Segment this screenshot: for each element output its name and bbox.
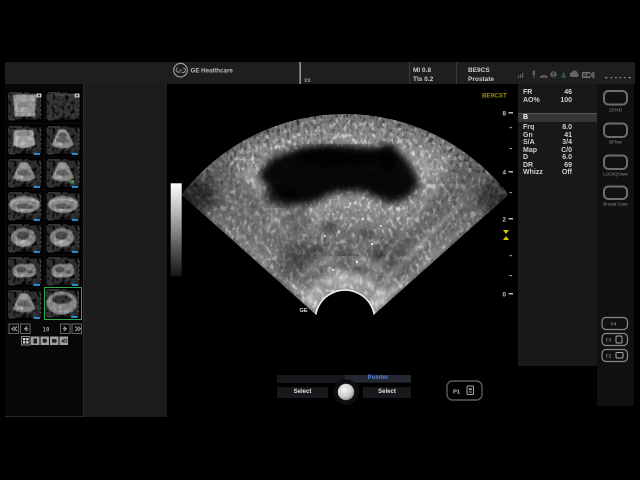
svg-text:P1: P1 [453,390,461,396]
svg-text:Prostate: Prostate [468,76,494,83]
svg-text:F3: F3 [606,338,612,343]
svg-text:TIs 0.2: TIs 0.2 [413,76,434,83]
svg-text:8: 8 [502,111,506,118]
svg-text:2: 2 [502,217,506,224]
svg-text:F4: F4 [611,322,617,327]
svg-text:BE9CS: BE9CS [468,67,490,74]
svg-text:BFlow: BFlow [609,140,622,145]
svg-text:Breast Care: Breast Care [603,202,628,207]
svg-text:F2: F2 [606,354,612,359]
svg-text:GE Healthcare: GE Healthcare [191,67,234,74]
svg-text:GE: GE [300,308,308,314]
svg-text:2D/4D: 2D/4D [609,108,623,113]
svg-text:xx: xx [304,78,311,84]
svg-text:19: 19 [43,328,50,334]
svg-text:BE9CST: BE9CST [482,93,507,100]
svg-text:4: 4 [502,170,506,177]
svg-text:LOGIQView: LOGIQView [603,172,628,177]
svg-text:MI 0.8: MI 0.8 [413,67,431,74]
svg-text:0: 0 [502,292,506,299]
